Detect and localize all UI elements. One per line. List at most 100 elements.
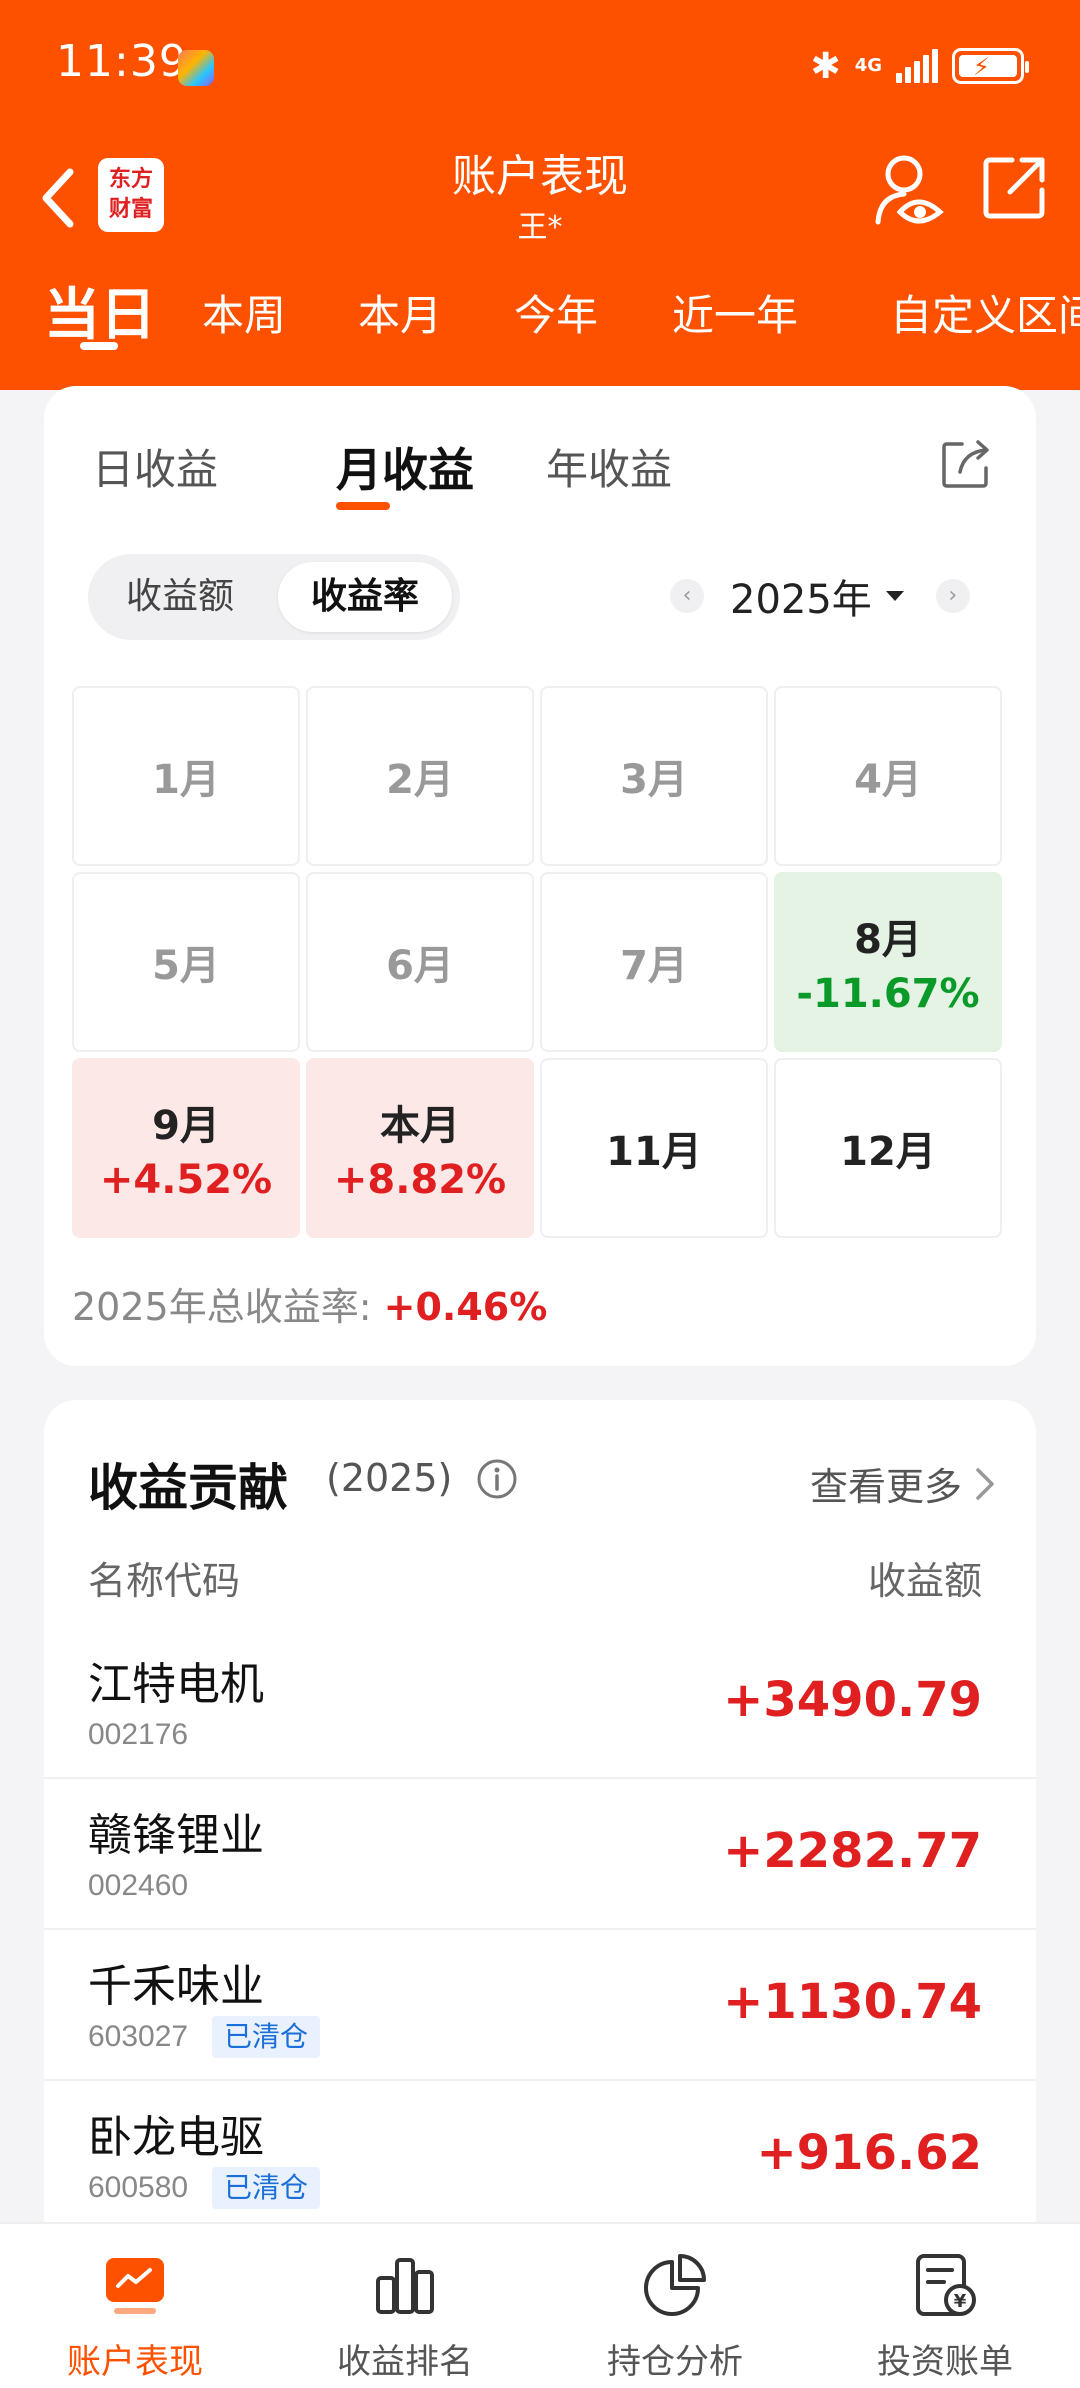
contribution-list: 江特电机 002176 +3490.79 赣锋锂业 002460 +2282.7… <box>44 1628 1036 2232</box>
nav-bar: 东方 财富 账户表现 王* <box>0 130 1080 270</box>
tab-this-year[interactable]: 今年 <box>514 282 598 343</box>
tab-this-week[interactable]: 本周 <box>202 282 286 343</box>
stock-code: 603027 <box>88 2020 189 2053</box>
list-item[interactable]: 千禾味业 603027 已清仓 +1130.74 <box>44 1930 1036 2081</box>
battery-icon: ⚡ <box>952 48 1029 84</box>
status-time: 11:39 <box>56 36 188 87</box>
card-share-icon[interactable] <box>940 438 992 490</box>
info-icon[interactable] <box>476 1458 518 1500</box>
month-label: 6月 <box>386 943 454 989</box>
toggle-amount[interactable]: 收益额 <box>96 562 264 632</box>
status-bar: 11:39 ✱ 4G ⚡ <box>0 0 1080 130</box>
month-label: 12月 <box>840 1129 936 1175</box>
user-visibility-icon[interactable] <box>874 152 944 232</box>
month-grid: 1月 2月 3月 4月 5月 6月 7月 8月 -11.67% 9月 +4.52… <box>72 686 1008 1242</box>
status-icons: ✱ 4G ⚡ <box>810 44 1029 88</box>
stock-name: 卧龙电驱 <box>88 2112 264 2163</box>
month-label: 2月 <box>386 757 454 803</box>
stock-amount: +2282.77 <box>723 1823 982 1879</box>
month-return-value: -11.67% <box>796 971 980 1017</box>
stock-name: 千禾味业 <box>88 1961 264 2012</box>
month-label: 1月 <box>152 757 220 803</box>
month-cell[interactable]: 6月 <box>306 872 534 1052</box>
month-label: 本月 <box>380 1103 460 1149</box>
month-return-value: +8.82% <box>333 1157 507 1203</box>
month-cell[interactable]: 11月 <box>540 1058 768 1238</box>
network-type: 4G <box>854 55 882 76</box>
month-cell[interactable]: 3月 <box>540 686 768 866</box>
contribution-year: (2025) <box>326 1456 453 1500</box>
nav-investment-bill[interactable]: ¥ 投资账单 <box>810 2224 1080 2388</box>
nav-return-ranking[interactable]: 收益排名 <box>270 2224 540 2388</box>
next-year-icon[interactable]: › <box>935 579 970 613</box>
month-label: 9月 <box>152 1103 220 1149</box>
nav-account-performance[interactable]: 账户表现 <box>0 2224 270 2388</box>
bill-icon: ¥ <box>916 2254 976 2316</box>
stock-code: 600580 <box>88 2171 189 2204</box>
month-cell[interactable]: 7月 <box>540 872 768 1052</box>
bar-chart-icon <box>376 2258 434 2314</box>
nav-label: 账户表现 <box>67 2342 203 2382</box>
tab-custom-range[interactable]: 自定义区间 <box>890 282 1080 343</box>
tab-yearly-return[interactable]: 年收益 <box>546 436 672 497</box>
view-more-link[interactable]: 查看更多 <box>810 1456 996 1511</box>
list-item[interactable]: 卧龙电驱 600580 已清仓 +916.62 <box>44 2081 1036 2232</box>
month-cell[interactable]: 本月 +8.82% <box>306 1058 534 1238</box>
year-value[interactable]: 2025年 <box>730 567 872 625</box>
total-return: 2025年总收益率: +0.46% <box>72 1276 547 1331</box>
period-tabs: 当日 本周 本月 今年 近一年 自定义区间 <box>0 270 1080 370</box>
contribution-title: 收益贡献 <box>88 1459 288 1517</box>
tab-last-year[interactable]: 近一年 <box>672 282 798 343</box>
tab-daily-return[interactable]: 日收益 <box>92 436 218 497</box>
stock-name: 江特电机 <box>88 1659 264 1710</box>
month-cell[interactable]: 5月 <box>72 872 300 1052</box>
app-notification-icon <box>178 50 214 86</box>
month-cell[interactable]: 8月 -11.67% <box>774 872 1002 1052</box>
active-tab-indicator <box>80 342 118 350</box>
chevron-right-icon <box>976 1467 994 1500</box>
share-icon[interactable] <box>982 154 1048 220</box>
list-item[interactable]: 江特电机 002176 +3490.79 <box>44 1628 1036 1779</box>
performance-chart-icon <box>106 2258 164 2314</box>
header: 11:39 ✱ 4G ⚡ 东方 财富 账户表现 王* 当日 本周 本月 今年 近… <box>0 0 1080 390</box>
pie-chart-icon <box>644 2254 706 2316</box>
nav-holdings-analysis[interactable]: 持仓分析 <box>540 2224 810 2388</box>
total-return-value: +0.46% <box>383 1285 548 1329</box>
stock-amount: +3490.79 <box>723 1672 982 1728</box>
stock-code: 002176 <box>88 1718 189 1751</box>
month-cell[interactable]: 4月 <box>774 686 1002 866</box>
month-cell[interactable]: 12月 <box>774 1058 1002 1238</box>
returns-card: 日收益 月收益 年收益 收益额 收益率 ‹ 2025年 › 1月 2月 3月 4… <box>44 386 1036 1366</box>
amount-rate-toggle: 收益额 收益率 <box>88 554 460 640</box>
svg-text:¥: ¥ <box>954 2291 967 2312</box>
stock-amount: +916.62 <box>756 2125 982 2181</box>
column-amount: 收益额 <box>867 1559 982 1603</box>
column-name-code: 名称代码 <box>88 1559 241 1603</box>
toggle-rate[interactable]: 收益率 <box>278 562 452 632</box>
year-dropdown-icon[interactable] <box>885 591 904 601</box>
stock-amount: +1130.74 <box>723 1974 982 2030</box>
month-label: 4月 <box>854 757 922 803</box>
tab-today[interactable]: 当日 <box>44 270 156 351</box>
month-cell[interactable]: 2月 <box>306 686 534 866</box>
prev-year-icon[interactable]: ‹ <box>670 579 704 613</box>
nav-label: 收益排名 <box>337 2342 473 2382</box>
stock-code: 002460 <box>88 1869 189 1902</box>
month-label: 5月 <box>152 943 220 989</box>
bluetooth-icon: ✱ <box>810 45 841 87</box>
cleared-badge: 已清仓 <box>212 2167 321 2209</box>
list-item[interactable]: 赣锋锂业 002460 +2282.77 <box>44 1779 1036 1930</box>
view-more-label: 查看更多 <box>809 1465 962 1509</box>
tab-monthly-return[interactable]: 月收益 <box>336 434 474 500</box>
month-label: 8月 <box>854 917 922 963</box>
month-cell[interactable]: 1月 <box>72 686 300 866</box>
year-selector: ‹ 2025年 › <box>670 560 970 632</box>
bottom-nav: 账户表现 收益排名 持仓分析 ¥ 投资账单 <box>0 2222 1080 2388</box>
tab-this-month[interactable]: 本月 <box>358 282 442 343</box>
nav-label: 投资账单 <box>877 2342 1013 2382</box>
month-cell[interactable]: 9月 +4.52% <box>72 1058 300 1238</box>
sub-tab-indicator <box>336 502 390 510</box>
stock-name: 赣锋锂业 <box>88 1810 264 1861</box>
nav-label: 持仓分析 <box>607 2342 743 2382</box>
month-label: 7月 <box>620 943 688 989</box>
